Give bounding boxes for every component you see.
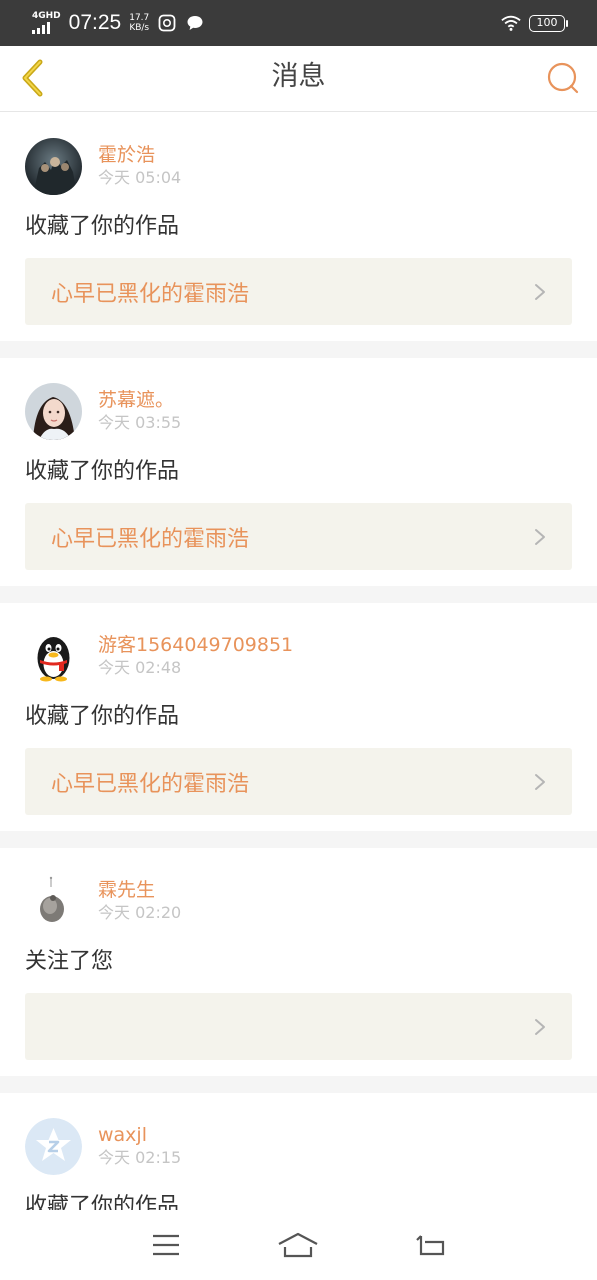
home-icon <box>278 1232 318 1258</box>
network-speed: 17.7 KB/s <box>129 13 149 33</box>
network-type: 4GHD <box>32 11 61 21</box>
divider <box>0 831 597 848</box>
small-bird-avatar[interactable] <box>25 872 82 930</box>
message-item: 霖先生 今天 02:20 关注了您 <box>0 848 597 1076</box>
app-notification-icon <box>157 13 177 33</box>
message-list[interactable]: 霍於浩 今天 05:04 收藏了你的作品 心早已黑化的霍雨浩 苏幕遮。 今天 0… <box>0 113 597 1210</box>
divider <box>0 586 597 603</box>
speed-value: 17.7 <box>129 13 150 23</box>
message-time: 今天 02:20 <box>98 903 182 922</box>
message-action: 收藏了你的作品 <box>25 1194 180 1210</box>
message-action: 收藏了你的作品 <box>25 704 180 729</box>
message-action: 收藏了你的作品 <box>25 214 180 239</box>
speed-unit: KB/s <box>129 23 150 33</box>
work-link[interactable]: 心早已黑化的霍雨浩 <box>25 258 572 325</box>
navigation-bar: 消息 <box>0 46 597 112</box>
message-item: 游客1564049709851 今天 02:48 收藏了你的作品 心早已黑化的霍… <box>0 603 597 831</box>
user-name[interactable]: 霖先生 <box>98 878 181 902</box>
work-title: 心早已黑化的霍雨浩 <box>51 771 250 797</box>
message-item: 苏幕遮。 今天 03:55 收藏了你的作品 心早已黑化的霍雨浩 <box>0 358 597 586</box>
girl-portrait-avatar[interactable] <box>25 382 82 440</box>
chevron-right-icon <box>535 528 545 545</box>
home-button[interactable] <box>268 1220 328 1270</box>
wifi-icon <box>501 13 521 33</box>
message-action: 收藏了你的作品 <box>25 459 180 484</box>
dark-movie-avatar[interactable] <box>25 137 82 195</box>
divider <box>0 1076 597 1093</box>
chevron-right-icon <box>535 773 545 790</box>
battery-indicator: 100 <box>529 14 568 32</box>
message-time: 今天 05:04 <box>98 168 182 187</box>
search-icon <box>547 62 579 94</box>
work-link[interactable]: 心早已黑化的霍雨浩 <box>25 503 572 570</box>
user-name[interactable]: 苏幕遮。 <box>98 388 181 412</box>
clock: 07:25 <box>68 11 122 34</box>
message-time: 今天 02:15 <box>98 1148 182 1167</box>
search-button[interactable] <box>543 58 583 98</box>
menu-icon <box>153 1234 180 1256</box>
work-title: 心早已黑化的霍雨浩 <box>51 281 250 307</box>
status-bar: 4GHD 07:25 17.7 KB/s 100 <box>0 0 597 46</box>
chevron-right-icon <box>535 283 545 300</box>
blue-default-avatar[interactable] <box>25 1117 82 1175</box>
qq-penguin-avatar[interactable] <box>25 627 82 685</box>
work-title: 心早已黑化的霍雨浩 <box>51 526 250 552</box>
message-item: waxjl 今天 02:15 收藏了你的作品 <box>0 1093 597 1210</box>
system-navigation-bar <box>0 1210 597 1280</box>
message-time: 今天 02:48 <box>98 658 182 677</box>
message-time: 今天 03:55 <box>98 413 182 432</box>
message-action: 关注了您 <box>25 949 114 974</box>
return-icon <box>416 1235 444 1256</box>
chevron-right-icon <box>535 1018 545 1035</box>
work-link[interactable]: 心早已黑化的霍雨浩 <box>25 748 572 815</box>
divider <box>0 341 597 358</box>
message-bubble-icon <box>185 13 205 33</box>
user-name[interactable]: waxjl <box>98 1123 181 1147</box>
user-name[interactable]: 霍於浩 <box>98 143 181 167</box>
page-title: 消息 <box>271 61 326 92</box>
signal-icon: 4GHD <box>32 12 61 34</box>
menu-button[interactable] <box>136 1220 196 1270</box>
message-item: 霍於浩 今天 05:04 收藏了你的作品 心早已黑化的霍雨浩 <box>0 113 597 341</box>
back-nav-button[interactable] <box>401 1220 461 1270</box>
user-name[interactable]: 游客1564049709851 <box>98 633 293 657</box>
work-link[interactable] <box>25 993 572 1060</box>
